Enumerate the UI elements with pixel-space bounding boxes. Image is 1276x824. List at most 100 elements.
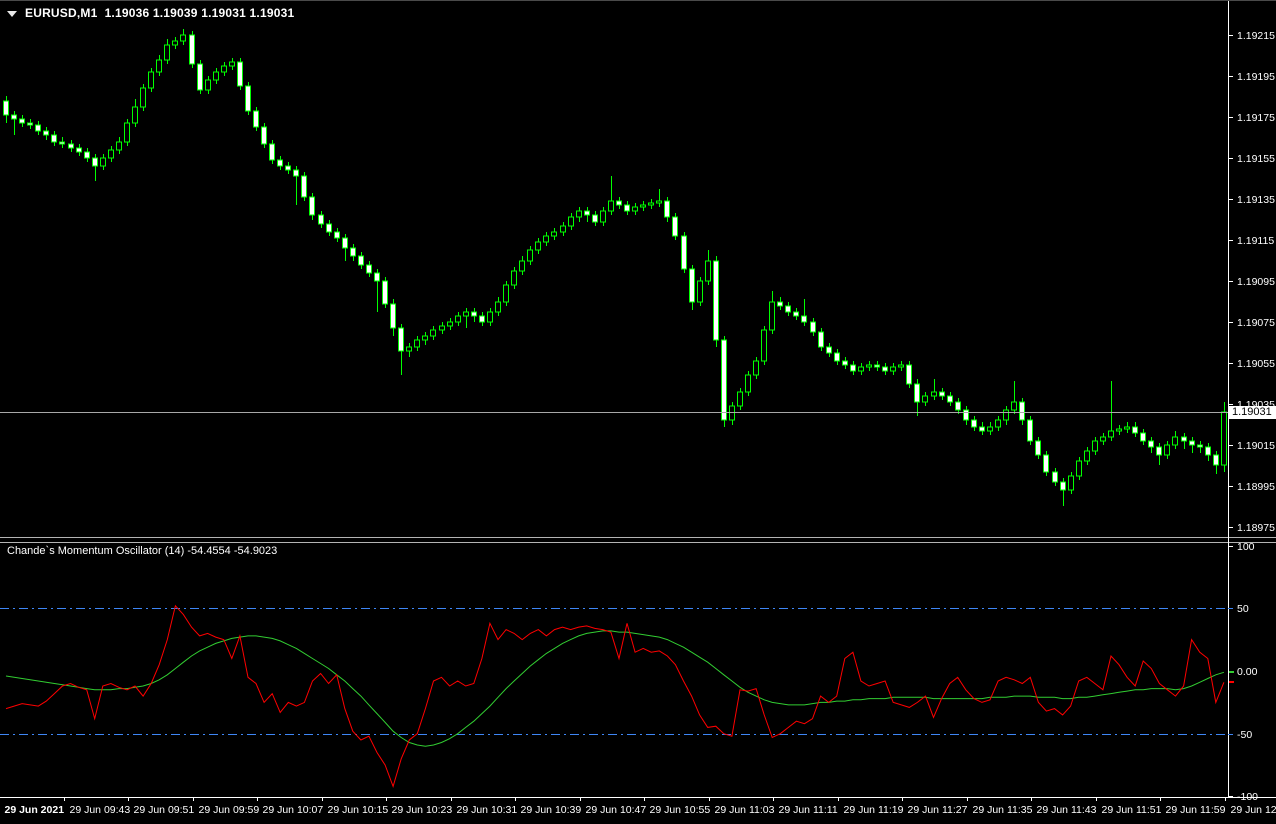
indicator-name: Chande`s Momentum Oscillator (14): [7, 545, 185, 557]
candle-body: [253, 110, 259, 128]
candle-body: [560, 225, 566, 233]
time-tick-label: 29 Jun 11:03: [715, 804, 775, 816]
candle-body: [414, 339, 420, 348]
candle-body: [1011, 401, 1017, 411]
candle-body: [826, 346, 832, 354]
price-tick-label: 1.19215: [1237, 30, 1275, 42]
candle-body: [947, 395, 953, 403]
time-tick-label: 29 Jun 11:27: [908, 804, 968, 816]
candle-body: [1019, 401, 1025, 421]
candle-body: [955, 401, 961, 411]
candle-body: [1043, 454, 1049, 473]
oscillator-axis-group: 100 50 0.00 -50 -100: [1228, 541, 1258, 803]
candle-body: [84, 151, 90, 159]
candle-body: [737, 391, 743, 407]
candle-body: [697, 280, 703, 303]
candle-body: [656, 200, 662, 204]
candle-body: [76, 147, 82, 153]
candle-body: [527, 249, 533, 262]
price-tick-label: 1.19115: [1237, 235, 1274, 247]
candle-body: [1092, 440, 1098, 452]
candle-body: [979, 426, 985, 432]
time-axis-group: 29 Jun 2021 29 Jun 09:43 29 Jun 09:51 29 Ju…: [5, 797, 1276, 816]
candle-body: [1205, 446, 1211, 456]
candle-body: [455, 315, 461, 323]
candle-body: [519, 260, 525, 272]
candle-body: [987, 426, 993, 432]
time-tick-label: 29 Jun 10:39: [521, 804, 582, 816]
candle-body: [1156, 446, 1162, 456]
candle-body: [640, 204, 646, 208]
symbol-dropdown-icon[interactable]: [7, 10, 17, 17]
candle-body: [713, 260, 719, 341]
time-tick-label: 29 Jun 11:51: [1102, 804, 1162, 816]
candle-body: [995, 419, 1001, 428]
candle-body: [914, 383, 920, 403]
price-tick-label: 1.19155: [1237, 153, 1275, 165]
candle-body: [931, 391, 937, 397]
candle-body: [1084, 450, 1090, 462]
price-tick-label: 1.19135: [1237, 194, 1275, 206]
candle-body: [850, 364, 856, 372]
chart-window: 1.19215 1.19195 1.19175 1.19155 1.19135 1.191…: [0, 0, 1276, 824]
candle-body: [1148, 440, 1154, 448]
candle-body: [1068, 475, 1074, 491]
candle-body: [793, 311, 799, 317]
price-tick-label: 1.18975: [1237, 522, 1275, 534]
candle-body: [430, 329, 436, 337]
candle-body: [285, 165, 291, 171]
oscillator-current-marker: [1229, 681, 1234, 683]
time-tick-label: 29 Jun 11:19: [844, 804, 904, 816]
candle-body: [624, 204, 630, 212]
ohlc-high: 1.19039: [152, 6, 198, 20]
header-spacer: [97, 6, 104, 20]
ohlc-close: 1.19031: [249, 6, 295, 20]
candle-body: [882, 366, 888, 372]
candle-body: [447, 321, 453, 327]
candle-body: [761, 329, 767, 362]
candle-body: [334, 231, 340, 239]
candle-body: [205, 79, 211, 91]
time-tick-label: 29 Jun 09:43: [70, 804, 131, 816]
candle-body: [543, 235, 549, 243]
time-tick-label: 29 Jun 09:51: [134, 804, 195, 816]
candle-body: [922, 395, 928, 403]
candle-body: [471, 311, 477, 317]
candle-body: [422, 335, 428, 341]
time-tick-label: 29 Jun 10:55: [650, 804, 711, 816]
candle-body: [858, 366, 864, 372]
time-tick-label: 29 Jun 10:47: [586, 804, 647, 816]
candle-body: [309, 196, 315, 216]
candle-body: [108, 149, 114, 159]
candle-body: [1132, 426, 1138, 434]
candle-body: [1213, 454, 1219, 466]
candle-body: [568, 216, 574, 227]
candle-body: [495, 301, 501, 313]
candle-body: [3, 100, 9, 116]
time-tick-label: 29 Jun 10:15: [328, 804, 389, 816]
candle-body: [350, 247, 356, 257]
candle-body: [43, 130, 49, 136]
price-tick-label: 1.19175: [1237, 112, 1275, 124]
candle-body: [140, 87, 146, 108]
candles-group: [3, 29, 1227, 506]
candle-body: [874, 364, 880, 368]
candle-body: [616, 200, 622, 206]
candle-body: [92, 157, 98, 167]
candle-body: [1027, 419, 1033, 442]
candle-body: [398, 327, 404, 352]
candle-body: [689, 268, 695, 303]
candle-body: [382, 280, 388, 305]
candle-body: [1060, 481, 1066, 491]
candle-body: [479, 315, 485, 323]
candle-body: [1116, 428, 1122, 432]
candle-body: [721, 339, 727, 421]
candle-body: [648, 202, 654, 206]
candle-body: [35, 124, 41, 132]
candle-body: [51, 134, 57, 143]
candle-body: [439, 325, 445, 331]
candle-body: [584, 210, 590, 216]
symbol-label: EURUSD,M1: [25, 6, 98, 20]
candle-body: [19, 118, 25, 124]
candle-body: [245, 85, 251, 112]
